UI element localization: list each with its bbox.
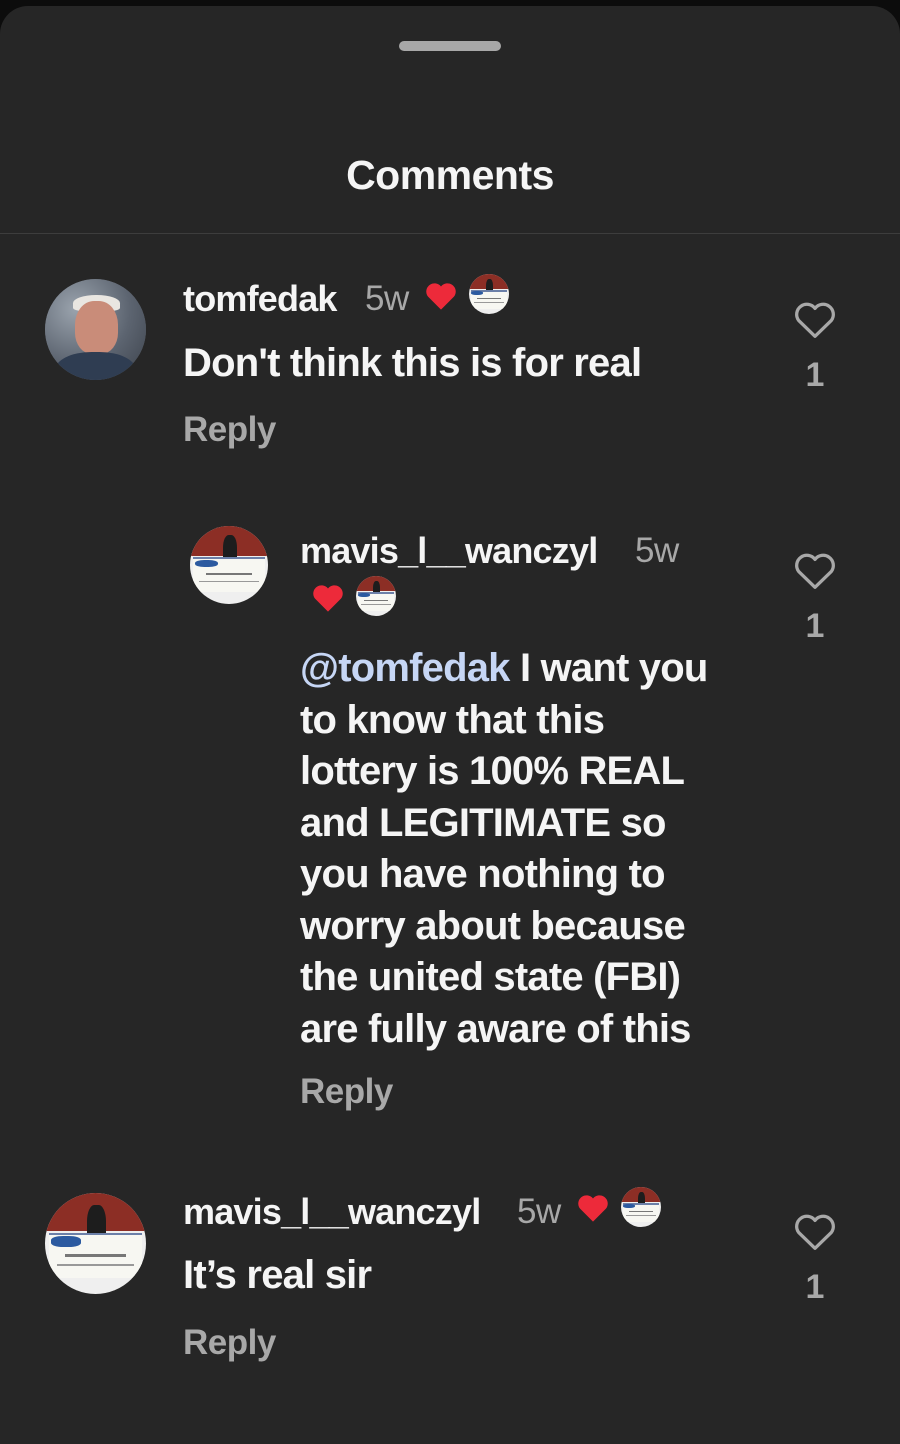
drag-handle[interactable] <box>399 41 501 51</box>
header-divider <box>0 233 900 234</box>
reply-button[interactable]: Reply <box>183 1323 276 1363</box>
red-heart-icon <box>576 1190 610 1230</box>
comment-username[interactable]: tomfedak <box>183 278 337 320</box>
heart-outline-icon[interactable] <box>793 299 837 339</box>
comment-text: Don't think this is for real <box>183 341 642 385</box>
red-heart-icon <box>424 278 458 318</box>
avatar[interactable] <box>190 526 268 604</box>
heart-outline-icon[interactable] <box>793 1211 837 1251</box>
comment-username[interactable]: mavis_l__wanczyl <box>183 1191 481 1233</box>
like-count: 1 <box>805 607 825 645</box>
like-count: 1 <box>805 1268 825 1306</box>
like-count: 1 <box>805 356 825 394</box>
comment-username[interactable]: mavis_l__wanczyl <box>300 530 598 572</box>
red-heart-icon <box>311 580 345 620</box>
comment-time: 5w <box>517 1192 561 1231</box>
comment-body: I want you to know that this lottery is … <box>300 646 708 1051</box>
reply-button[interactable]: Reply <box>183 410 276 450</box>
comments-sheet: Comments tomfedak 5w Don't think this is… <box>0 6 900 1444</box>
creator-avatar <box>621 1187 661 1227</box>
comment-text: @tomfedak I want you to know that this l… <box>300 643 730 1055</box>
avatar[interactable] <box>45 1193 146 1294</box>
creator-avatar <box>356 576 396 616</box>
creator-avatar <box>469 274 509 314</box>
comment-text: It’s real sir <box>183 1253 372 1297</box>
reply-button[interactable]: Reply <box>300 1072 393 1112</box>
comment-time: 5w <box>635 531 679 570</box>
heart-outline-icon[interactable] <box>793 550 837 590</box>
comment-time: 5w <box>365 279 409 318</box>
avatar[interactable] <box>45 279 146 380</box>
mention-link[interactable]: @tomfedak <box>300 646 510 690</box>
page-title: Comments <box>346 152 554 198</box>
